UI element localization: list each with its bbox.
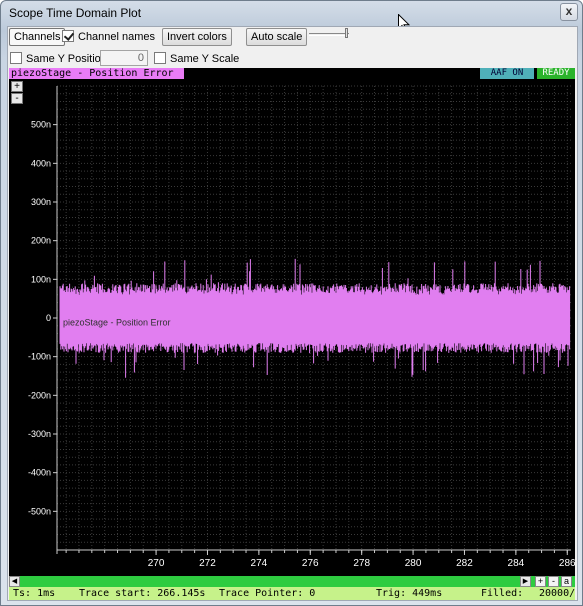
channels-button[interactable]: Channels [9,28,66,46]
scope-plot: 500n 400n 300n 200n 100n 0 -100n -200n -300n -400… [28,85,575,569]
same-y-scale-label: Same Y Scale [170,53,240,65]
invert-colors-button[interactable]: Invert colors [162,28,232,46]
aaf-status-badge: AAF ON [480,68,534,79]
channel-names-check-icon[interactable] [62,30,74,42]
x-tick-label: 286 [559,558,575,569]
trace-name-label: piezoStage - Position Error [63,318,171,328]
same-y-scale-check-icon[interactable] [154,52,166,64]
scroll-left-arrow-icon[interactable]: ◀ [9,576,20,587]
y-tick-label: -400n [28,468,51,478]
scale-slider-thumb[interactable] [345,28,348,38]
zoom-in-button[interactable]: + [11,81,23,92]
y-tick-label: 100n [31,274,51,284]
time-zoom-out-button[interactable]: - [548,576,559,587]
close-icon: x [565,4,573,18]
status-trace-pointer: Trace Pointer: 0 [219,588,316,599]
time-zoom-in-button[interactable]: + [535,576,546,587]
window-title: Scope Time Domain Plot [9,6,142,20]
y-tick-label: -500n [28,506,51,516]
scale-slider[interactable] [309,33,349,36]
status-ts: Ts: 1ms [13,588,56,599]
x-tick-label: 272 [199,558,216,569]
same-y-position-label: Same Y Position [26,53,107,65]
time-auto-button[interactable]: a [561,576,572,587]
y-tick-label: 400n [31,158,51,168]
auto-scale-button[interactable]: Auto scale [246,28,308,46]
y-tick-label: -100n [28,352,51,362]
x-tick-label: 276 [302,558,319,569]
y-tick-label: 0 [46,313,51,323]
y-tick-label: 200n [31,236,51,246]
channel-names-label: Channel names [78,31,156,43]
title-bar[interactable]: Scope Time Domain Plot x [1,1,582,27]
scope-window: Scope Time Domain Plot x Channels Channe… [0,0,583,606]
y-position-input[interactable]: 0 [100,50,148,66]
status-bar: Ts: 1ms Trace start: 266.145s Trace Poin… [9,587,575,600]
status-trig: Trig: 449ms [376,588,443,599]
toolbar: Channels Channel names Invert colors Aut… [8,27,577,49]
same-y-position-checkbox[interactable]: Same Y Position [10,52,107,68]
channel-header-label: piezoStage - Position Error [9,68,184,79]
ready-status-badge: READY [537,68,575,79]
channel-names-checkbox[interactable]: Channel names [62,30,155,46]
close-button[interactable]: x [560,3,578,21]
x-tick-label: 282 [456,558,473,569]
x-tick-label: 284 [508,558,525,569]
status-trace-start: Trace start: 266.145s [79,588,206,599]
status-filled: Filled: [481,588,524,599]
x-tick-label: 270 [148,558,165,569]
y-tick-label: -200n [28,390,51,400]
x-tick-label: 274 [251,558,268,569]
y-tick-label: 500n [31,120,51,130]
scope-plot-area[interactable]: 500n 400n 300n 200n 100n 0 -100n -200n -300n -400… [9,68,575,576]
same-y-scale-checkbox[interactable]: Same Y Scale [154,52,239,68]
y-tick-label: -300n [28,429,51,439]
x-tick-label: 280 [405,558,422,569]
same-y-position-check-icon[interactable] [10,52,22,64]
scroll-right-arrow-icon[interactable]: ▶ [520,576,531,587]
status-filled-value: 20000/2 [539,588,575,599]
client-area: Channels Channel names Invert colors Aut… [7,26,578,601]
zoom-out-button[interactable]: - [11,93,23,104]
y-tick-label: 300n [31,197,51,207]
x-tick-label: 278 [353,558,370,569]
horizontal-scrollbar[interactable]: ◀ ▶ + - a [9,576,575,587]
